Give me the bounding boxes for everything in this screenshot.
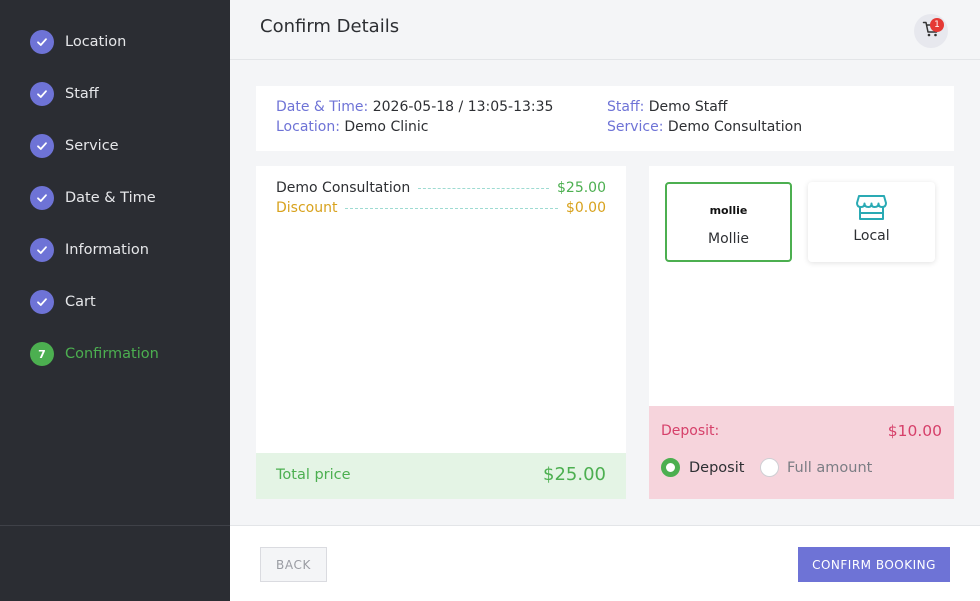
price-summary-card: Demo Consultation $25.00 Discount $0.00 … [256,166,626,499]
staff-value: Demo Staff [648,99,728,115]
discount-value: $0.00 [565,200,606,216]
payment-card: mollie Mollie Local Deposit: $10.00 Depo… [649,166,954,499]
deposit-panel: Deposit: $10.00 Deposit Full amount [649,406,954,499]
dotted-leader [418,187,549,189]
mollie-logo: mollie [709,204,748,217]
total-label: Total price [276,467,351,483]
service-detail: Service: Demo Consultation [607,119,802,135]
sidebar: Location Staff Service Date & Time Infor… [0,0,230,601]
cart-count-badge: 1 [930,18,944,32]
payment-method-label: Local [853,228,890,244]
payment-method-label: Mollie [708,231,749,247]
full-amount-option-label[interactable]: Full amount [787,460,872,476]
page-title: Confirm Details [260,16,400,37]
step-label: Date & Time [65,190,156,206]
step-number: 7 [30,342,54,366]
service-key: Service: [607,119,664,135]
discount-label: Discount [276,200,338,216]
check-icon [30,290,54,314]
line-item-name: Demo Consultation [276,180,411,196]
back-button[interactable]: BACK [260,547,327,582]
location-detail: Location: Demo Clinic [276,119,428,135]
deposit-label: Deposit: [661,423,720,439]
location-value: Demo Clinic [344,119,429,135]
dotted-leader [345,207,558,209]
check-icon [30,186,54,210]
step-label: Information [65,242,149,258]
step-date-time[interactable]: Date & Time [30,186,156,210]
step-confirmation[interactable]: 7 Confirmation [30,342,159,366]
deposit-option-label[interactable]: Deposit [689,460,744,476]
header: Confirm Details 1 [230,0,980,60]
check-icon [30,30,54,54]
step-label: Service [65,138,119,154]
datetime-value: 2026-05-18 / 13:05-13:35 [372,99,554,115]
step-label: Confirmation [65,346,159,362]
service-value: Demo Consultation [667,119,803,135]
main-panel: Confirm Details 1 Date & Time: 2026-05-1… [230,0,980,601]
payment-method-local[interactable]: Local [808,182,935,262]
sidebar-divider [0,525,230,526]
full-amount-radio[interactable] [760,458,779,477]
line-item: Demo Consultation $25.00 [276,179,606,197]
check-icon [30,82,54,106]
staff-key: Staff: [607,99,645,115]
deposit-value: $10.00 [887,422,942,440]
datetime-key: Date & Time: [276,99,369,115]
payment-method-mollie[interactable]: mollie Mollie [665,182,792,262]
discount-row: Discount $0.00 [276,199,606,217]
step-label: Cart [65,294,96,310]
step-service[interactable]: Service [30,134,119,158]
booking-details-card: Date & Time: 2026-05-18 / 13:05-13:35 Lo… [256,86,954,151]
step-location[interactable]: Location [30,30,126,54]
step-label: Location [65,34,127,50]
line-item-price: $25.00 [557,180,606,196]
total-bar: Total price $25.00 [256,453,626,499]
store-icon [856,194,887,225]
total-value: $25.00 [543,464,606,485]
check-icon [30,238,54,262]
datetime-detail: Date & Time: 2026-05-18 / 13:05-13:35 [276,99,553,115]
confirm-booking-button[interactable]: CONFIRM BOOKING [798,547,950,582]
step-cart[interactable]: Cart [30,290,96,314]
cart-button[interactable] [914,14,948,48]
check-icon [30,134,54,158]
staff-detail: Staff: Demo Staff [607,99,727,115]
step-information[interactable]: Information [30,238,149,262]
step-staff[interactable]: Staff [30,82,99,106]
step-label: Staff [65,86,99,102]
location-key: Location: [276,119,340,135]
footer: BACK CONFIRM BOOKING [230,525,980,601]
deposit-radio[interactable] [661,458,680,477]
